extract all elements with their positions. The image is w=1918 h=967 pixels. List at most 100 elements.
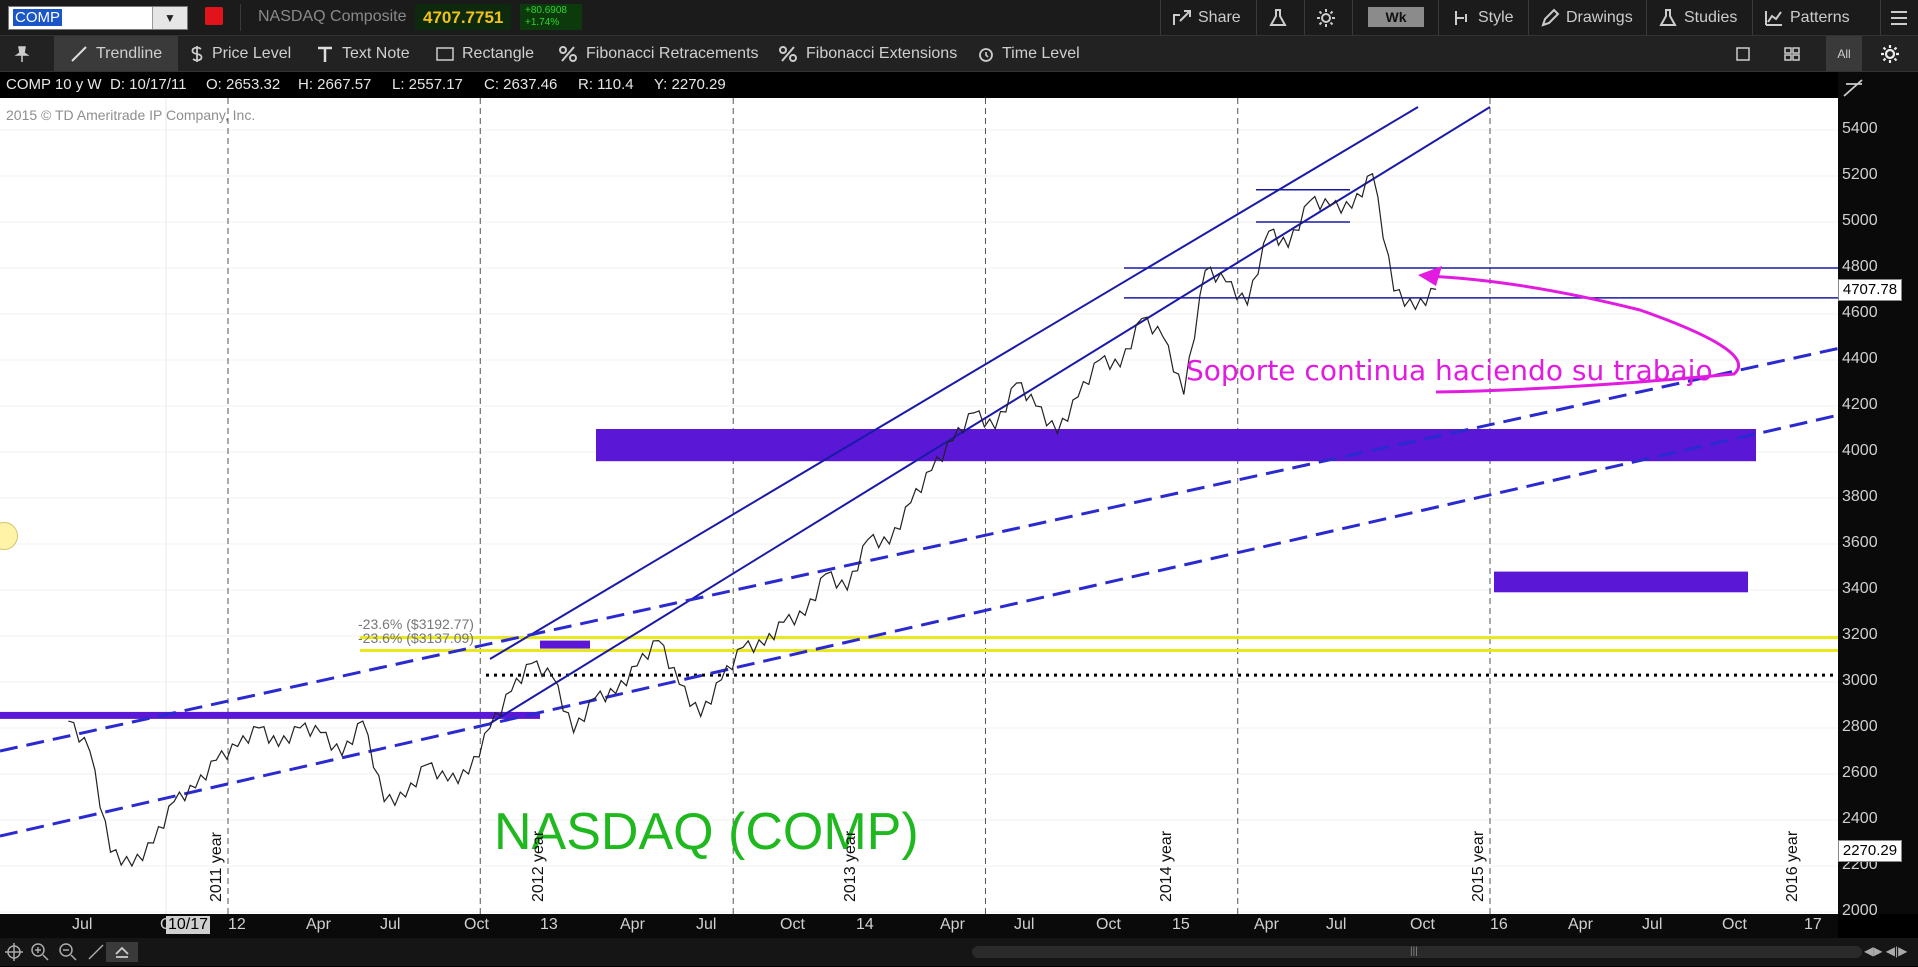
time-tick-label: Oct — [780, 916, 805, 933]
symbol-input[interactable]: COMP ▼ — [8, 6, 188, 30]
soporte-arrow-head — [1418, 266, 1442, 286]
fib-lower-label: -23.6% ($3137.09) — [358, 630, 474, 646]
divider — [1646, 0, 1647, 35]
price-tick-label: 5200 — [1842, 166, 1878, 183]
change-absolute: +80.6908 — [525, 5, 567, 16]
drawings-button[interactable]: Drawings — [1540, 0, 1633, 35]
tool-label: Fibonacci Retracements — [586, 44, 759, 62]
clock-icon — [979, 47, 993, 62]
info-range: R: 110.4 — [578, 76, 634, 93]
share-label: Share — [1198, 9, 1241, 26]
fib-extension-icon — [779, 45, 797, 62]
tool-text-note[interactable]: Text Note — [316, 36, 410, 71]
crosshair-icon[interactable] — [4, 942, 24, 967]
grid-layout-button[interactable] — [1784, 36, 1808, 71]
dashed-upper-trend — [0, 347, 1838, 753]
horizontal-scrollbar[interactable]: ||| — [972, 946, 1862, 958]
time-tick-label: Apr — [620, 916, 645, 933]
tool-price-level[interactable]: Price Level — [190, 36, 291, 71]
square-icon — [1736, 46, 1750, 61]
trendline-icon — [71, 45, 87, 62]
tool-rectangle[interactable]: Rectangle — [436, 36, 534, 71]
last-price-badge: 4707.78 — [1838, 279, 1902, 301]
divider — [1352, 0, 1353, 35]
price-tick-label: 5400 — [1842, 120, 1878, 137]
text-icon — [318, 46, 332, 62]
price-line — [68, 172, 1437, 868]
info-open: O: 2653.32 — [206, 76, 281, 93]
time-tick-label: Jul — [72, 916, 93, 933]
zoom-out-icon[interactable] — [58, 942, 78, 967]
divider — [1528, 0, 1529, 35]
time-tick-label: Jul — [380, 916, 401, 933]
patterns-icon — [1765, 10, 1782, 26]
patterns-button[interactable]: Patterns — [1764, 0, 1850, 35]
price-tick-label: 3400 — [1842, 580, 1878, 597]
grid-icon — [1784, 46, 1800, 61]
trendlines — [0, 106, 1838, 838]
time-tick-label: Jul — [1014, 916, 1035, 933]
scroll-grip-icon: ||| — [1410, 946, 1418, 957]
divider — [1880, 0, 1881, 35]
info-high: H: 2667.57 — [298, 76, 372, 93]
share-button[interactable]: Share — [1172, 0, 1241, 35]
year-label: 2011 year — [208, 832, 225, 902]
copyright-text: 2015 © TD Ameritrade IP Company, Inc. — [6, 107, 256, 123]
tool-time-level[interactable]: Time Level — [978, 36, 1080, 71]
time-tick-label: 14 — [856, 916, 874, 933]
support-zone-4000 — [596, 429, 1756, 462]
scroll-arrows-icon[interactable]: ◀▶ ◀|▶ — [1864, 944, 1907, 958]
style-button[interactable]: Style — [1452, 0, 1514, 35]
axis-toggle-icon[interactable] — [1842, 78, 1866, 103]
price-tick-label: 4600 — [1842, 304, 1878, 321]
dashed-lower-trend — [0, 413, 1838, 838]
time-tick-label: Apr — [1254, 916, 1279, 933]
chevron-down-icon[interactable]: ▼ — [152, 7, 187, 29]
time-axis[interactable] — [0, 914, 1838, 938]
time-tick-label: Oct — [464, 916, 489, 933]
change-percent: +1.74% — [525, 17, 560, 28]
support-zone-3400 — [1494, 571, 1748, 593]
home-button[interactable] — [106, 942, 138, 962]
zones — [0, 429, 1838, 719]
pin-button[interactable] — [14, 36, 38, 71]
tool-fibonacci-retracements[interactable]: Fibonacci Retracements — [558, 36, 759, 71]
tool-fibonacci-extensions[interactable]: Fibonacci Extensions — [778, 36, 957, 71]
timeframe-selector[interactable]: Wk — [1368, 7, 1424, 27]
time-cursor-label: 10/17 — [166, 916, 211, 934]
tool-label: Text Note — [342, 44, 410, 62]
price-tick-label: 5000 — [1842, 212, 1878, 229]
color-square-icon[interactable] — [205, 7, 223, 25]
instrument-name: NASDAQ Composite — [258, 8, 407, 25]
year-label: 2013 year — [842, 830, 859, 902]
time-tick-label: Jul — [1642, 916, 1663, 933]
price-tick-label: 4000 — [1842, 442, 1878, 459]
single-layout-button[interactable] — [1736, 36, 1758, 71]
divider — [1304, 0, 1305, 35]
price-tick-label: 2600 — [1842, 764, 1878, 781]
tool-label: Price Level — [212, 44, 292, 62]
zoom-in-icon[interactable] — [30, 942, 50, 967]
settings-button[interactable] — [1316, 0, 1342, 35]
menu-button[interactable] — [1890, 0, 1914, 35]
price-tick-label: 2000 — [1842, 902, 1878, 919]
all-button[interactable]: All — [1826, 36, 1862, 71]
time-tick-label: Apr — [1568, 916, 1593, 933]
flask-button[interactable] — [1268, 0, 1294, 35]
time-tick-label: Jul — [696, 916, 717, 933]
tool-trendline[interactable]: Trendline — [54, 36, 179, 71]
chart-canvas — [0, 98, 1838, 914]
price-tick-label: 4400 — [1842, 350, 1878, 367]
time-tick-label: 13 — [540, 916, 558, 933]
cursor-price-badge: 2270.29 — [1838, 840, 1902, 862]
studies-button[interactable]: Studies — [1658, 0, 1737, 35]
drawing-settings-button[interactable] — [1880, 36, 1908, 71]
symbol-value: COMP — [13, 9, 62, 26]
flask-icon — [1269, 8, 1287, 26]
gear-icon — [1881, 44, 1899, 63]
soporte-annotation[interactable]: Soporte continua haciendo su trabajo — [1186, 354, 1713, 387]
drawing-mode-icon[interactable] — [86, 942, 106, 967]
studies-icon — [1659, 8, 1677, 26]
price-series — [68, 172, 1437, 868]
pin-icon — [14, 45, 30, 62]
